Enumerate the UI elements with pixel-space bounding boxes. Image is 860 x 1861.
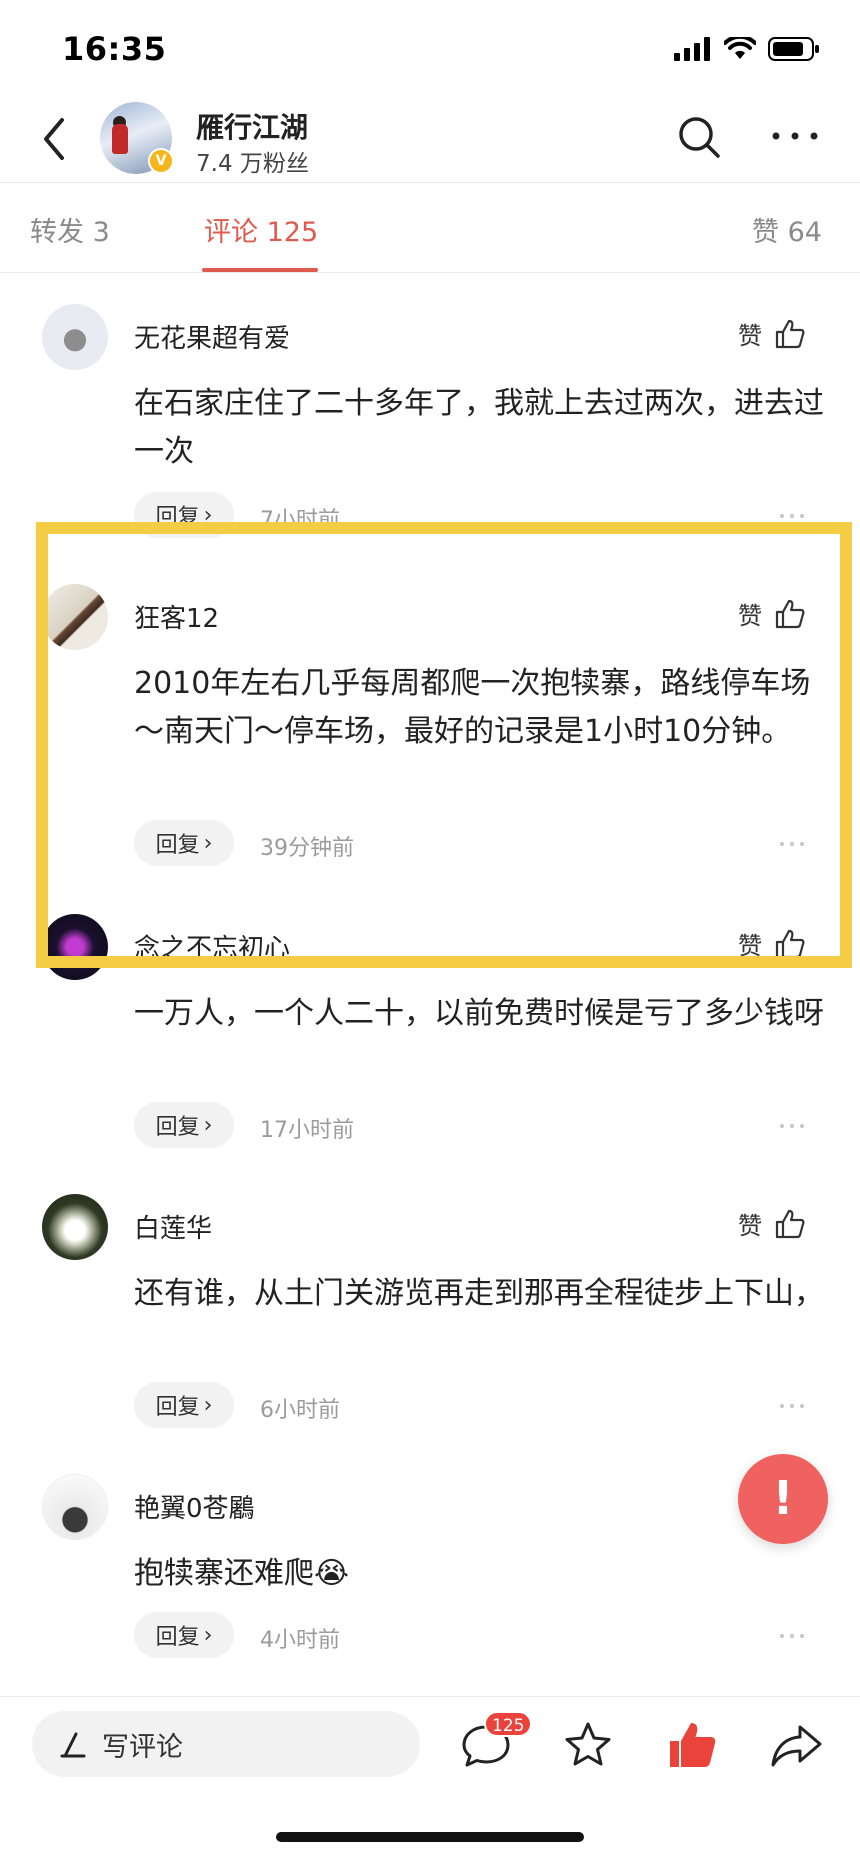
reply-label: 回复 — [155, 505, 200, 530]
star-icon[interactable] — [560, 1717, 616, 1773]
comment-text: 一万人，一个人二十，以前免费时候是亏了多少钱呀 — [134, 996, 824, 1031]
profile-header: V 雁行江湖 7.4 万粉丝 — [0, 96, 860, 182]
pen-icon — [60, 1732, 86, 1758]
author-name[interactable]: 雁行江湖 — [196, 106, 308, 146]
comment-text: 抱犊寨还难爬😭 — [134, 1550, 834, 1598]
thumbs-up-icon — [775, 319, 805, 348]
thumbs-up-icon — [775, 929, 805, 958]
battery-icon — [768, 37, 819, 61]
comment-text: 在石家庄住了二十多年了，我就上去过两次，进去过一次 — [134, 386, 824, 469]
reply-button[interactable]: 回复 › — [134, 1102, 234, 1148]
chevron-right-icon: › — [203, 830, 213, 856]
reply-button[interactable]: 回复 › — [134, 1382, 234, 1428]
status-icons — [674, 36, 820, 62]
user-avatar[interactable] — [42, 1194, 108, 1260]
crying-emoji: 😭 — [314, 1556, 350, 1591]
user-avatar[interactable] — [42, 304, 108, 370]
thumbs-up-icon — [775, 599, 805, 628]
signal-icon — [674, 37, 710, 61]
user-avatar[interactable] — [42, 584, 108, 650]
write-comment-placeholder: 写评论 — [102, 1731, 183, 1763]
comment-text: 2010年左右几乎每周都爬一次抱犊寨，路线停车场～南天门～停车场，最好的记录是1… — [134, 666, 811, 749]
user-avatar[interactable] — [42, 914, 108, 980]
like-label: 赞 — [738, 322, 762, 350]
more-icon[interactable] — [770, 126, 820, 146]
author-fans: 7.4 万粉丝 — [196, 151, 309, 177]
chevron-right-icon: › — [203, 1112, 213, 1138]
comment-username[interactable]: 念之不忘初心 — [134, 928, 290, 965]
comment-more-icon[interactable] — [780, 1124, 804, 1128]
reply-button[interactable]: 回复 › — [134, 820, 234, 866]
comment-more-icon[interactable] — [780, 842, 804, 846]
comment-time: 17小时前 — [260, 1118, 354, 1143]
comment-time: 39分钟前 — [260, 836, 354, 861]
comment-time: 7小时前 — [260, 508, 340, 533]
comment-time: 6小时前 — [260, 1398, 340, 1423]
user-avatar[interactable] — [42, 1474, 108, 1540]
comment-more-icon[interactable] — [780, 514, 804, 518]
status-time: 16:35 — [62, 30, 167, 68]
comment-username[interactable]: 无花果超有爱 — [134, 318, 290, 355]
comment-time: 4小时前 — [260, 1628, 340, 1653]
like-button[interactable]: 赞 — [738, 316, 806, 351]
comment-more-icon[interactable] — [780, 1404, 804, 1408]
tab-comments[interactable]: 评论 125 — [204, 210, 318, 249]
comment-text-body: 抱犊寨还难爬 — [134, 1556, 314, 1591]
chevron-right-icon: › — [203, 1392, 213, 1418]
thumbs-up-icon — [775, 1209, 805, 1238]
reply-label: 回复 — [155, 1115, 200, 1140]
comment-more-icon[interactable] — [780, 1634, 804, 1638]
like-label: 赞 — [738, 602, 762, 630]
write-comment-input[interactable]: 写评论 — [32, 1711, 420, 1777]
chevron-right-icon: › — [203, 502, 213, 528]
like-button[interactable]: 赞 — [738, 926, 806, 961]
comment-count-badge: 125 — [484, 1711, 533, 1737]
verified-badge: V — [148, 148, 174, 174]
chevron-right-icon: › — [203, 1622, 213, 1648]
search-icon[interactable] — [676, 114, 722, 160]
comment-username[interactable]: 艳翼0苍鷵 — [134, 1488, 255, 1525]
report-button[interactable]: ! — [738, 1454, 828, 1544]
like-button[interactable]: 赞 — [738, 596, 806, 631]
comment-username[interactable]: 白莲华 — [134, 1208, 212, 1245]
reply-label: 回复 — [155, 1395, 200, 1420]
status-bar: 16:35 — [0, 0, 860, 100]
tabs-divider — [0, 272, 860, 273]
like-label: 赞 — [738, 932, 762, 960]
like-label: 赞 — [738, 1212, 762, 1240]
wifi-icon — [724, 37, 756, 59]
back-arrow-icon[interactable] — [36, 114, 76, 164]
reply-button[interactable]: 回复 › — [134, 492, 234, 538]
reply-button[interactable]: 回复 › — [134, 1612, 234, 1658]
comment-text: 还有谁，从土门关游览再走到那再全程徒步上下山， — [134, 1276, 824, 1311]
tab-reposts[interactable]: 转发 3 — [30, 210, 110, 249]
share-icon[interactable] — [768, 1717, 824, 1773]
thumbs-up-filled-icon[interactable] — [664, 1717, 720, 1773]
comment-username[interactable]: 狂客12 — [134, 598, 219, 635]
home-indicator — [276, 1832, 584, 1842]
reply-label: 回复 — [155, 833, 200, 858]
like-button[interactable]: 赞 — [738, 1206, 806, 1241]
tab-bar: 转发 3 评论 125 赞 64 — [0, 182, 860, 272]
reply-label: 回复 — [155, 1625, 200, 1650]
tab-likes[interactable]: 赞 64 — [752, 210, 822, 249]
